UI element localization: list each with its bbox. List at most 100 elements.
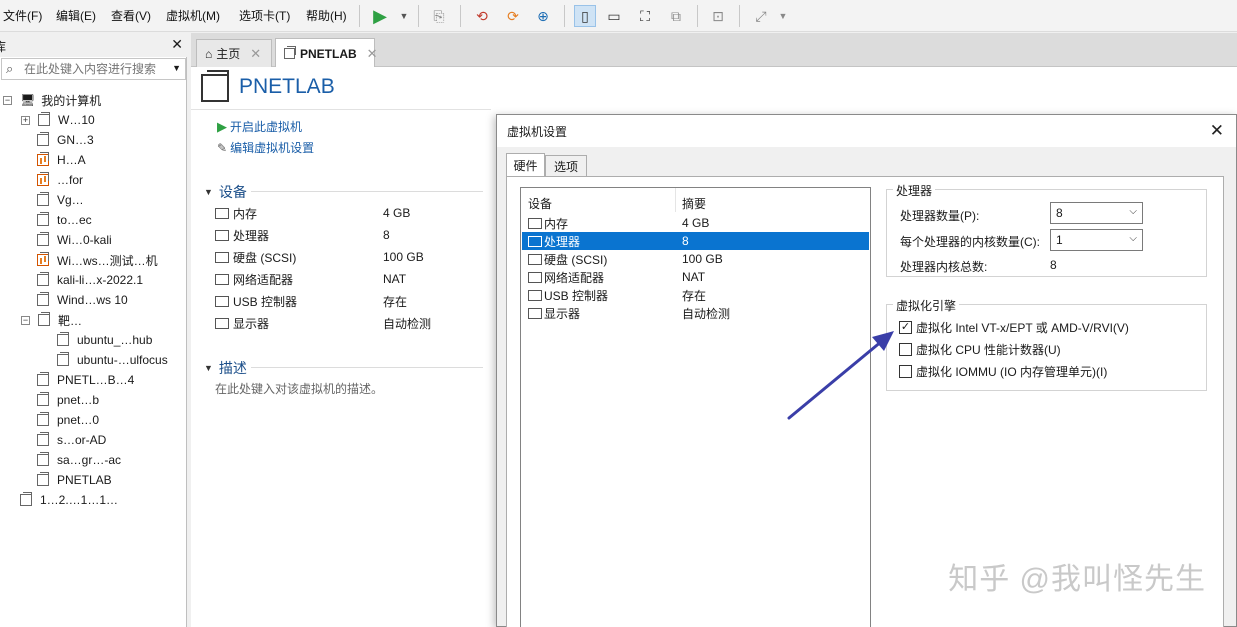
description-title: 描述 bbox=[218, 360, 247, 376]
menu-view[interactable]: 查看(V) bbox=[111, 7, 151, 24]
virtualization-option[interactable]: 虚拟化 CPU 性能计数器(U) bbox=[899, 341, 1061, 358]
tree-item[interactable]: kali-li…x-2022.1 bbox=[37, 270, 143, 290]
device-row[interactable]: 处理器 8 bbox=[215, 225, 390, 245]
divider bbox=[191, 109, 491, 110]
virtualization-option-label: 虚拟化 CPU 性能计数器(U) bbox=[916, 343, 1061, 357]
tree-item[interactable]: − 靶… bbox=[21, 310, 82, 330]
menu-toolbar-bar: 文件(F) 编辑(E) 查看(V) 虚拟机(M) 选项卡(T) 帮助(H) ▶ … bbox=[0, 0, 1237, 32]
checkbox-icon[interactable] bbox=[899, 365, 912, 378]
power-on-icon[interactable]: ▶ bbox=[369, 5, 391, 27]
revert-snapshot-icon[interactable]: ⟳ bbox=[502, 5, 524, 27]
device-row[interactable]: USB 控制器 存在 bbox=[215, 291, 407, 311]
device-value: 4 GB bbox=[383, 206, 411, 220]
device-list-row[interactable]: 处理器 8 bbox=[522, 232, 869, 250]
tree-item[interactable]: ubuntu_…hub bbox=[57, 330, 152, 350]
menu-vm[interactable]: 虚拟机(M) bbox=[166, 7, 220, 24]
close-icon[interactable]: ✕ bbox=[1210, 121, 1224, 141]
device-list[interactable]: 设备 摘要 内存 4 GB 处理器 8 硬盘 (SCSI) 100 GB 网络适配器 NAT U… bbox=[520, 187, 871, 627]
tree-item[interactable]: to…ec bbox=[37, 210, 92, 230]
library-search-box[interactable]: ⌕ ▼ bbox=[1, 58, 186, 80]
expand-icon[interactable]: + bbox=[21, 115, 30, 125]
full-screen-icon[interactable]: ⛶ bbox=[634, 5, 656, 27]
tree-item[interactable]: sa…gr…-ac bbox=[37, 450, 121, 470]
vm-icon bbox=[57, 352, 69, 366]
devices-section-header[interactable]: ▼ 设备 bbox=[204, 182, 247, 202]
device-row[interactable]: 网络适配器 NAT bbox=[215, 269, 406, 289]
tab-home[interactable]: ⌂ 主页 ✕ bbox=[196, 39, 272, 67]
tree-item[interactable]: pnet…b bbox=[37, 390, 99, 410]
tree-item[interactable]: Wind…ws 10 bbox=[37, 290, 128, 310]
menu-edit[interactable]: 编辑(E) bbox=[56, 7, 96, 24]
description-section-header[interactable]: ▼ 描述 bbox=[204, 358, 247, 378]
tree-item[interactable]: PNETL…B…4 bbox=[37, 370, 134, 390]
tree-item-label: s…or-AD bbox=[57, 433, 107, 447]
processor-count-select[interactable]: 8 ⌵ bbox=[1050, 202, 1143, 224]
device-row[interactable]: 硬盘 (SCSI) 100 GB bbox=[215, 247, 424, 267]
virtualization-option[interactable]: 虚拟化 IOMMU (IO 内存管理单元)(I) bbox=[899, 363, 1107, 380]
cores-per-processor-select[interactable]: 1 ⌵ bbox=[1050, 229, 1143, 251]
tree-item[interactable]: GN…3 bbox=[37, 130, 94, 150]
tree-item-label: PNETLAB bbox=[57, 473, 112, 487]
menu-tabs[interactable]: 选项卡(T) bbox=[239, 7, 290, 24]
description-placeholder[interactable]: 在此处键入对该虚拟机的描述。 bbox=[215, 380, 383, 397]
tree-item[interactable]: …for bbox=[37, 170, 83, 190]
device-summary: NAT bbox=[682, 270, 706, 284]
column-header-device[interactable]: 设备 bbox=[528, 195, 552, 212]
menu-file[interactable]: 文件(F) bbox=[3, 7, 42, 24]
tab-options[interactable]: 选项 bbox=[545, 155, 587, 177]
checkbox-icon[interactable] bbox=[899, 343, 912, 356]
vm-large-icon bbox=[201, 70, 229, 102]
collapse-icon[interactable]: − bbox=[3, 95, 12, 105]
power-dropdown-icon[interactable]: ▼ bbox=[393, 5, 415, 27]
view-dropdown-icon[interactable]: ▼ bbox=[772, 5, 794, 27]
tree-item[interactable]: 1…2.…1…1… bbox=[20, 490, 118, 510]
close-icon[interactable]: ✕ bbox=[250, 46, 261, 62]
close-icon[interactable]: ✕ bbox=[171, 36, 183, 53]
device-summary: 100 GB bbox=[682, 252, 723, 266]
close-icon[interactable]: ✕ bbox=[367, 46, 378, 62]
tree-item[interactable]: + W…10 bbox=[21, 110, 95, 130]
send-keys-icon[interactable]: ⎘ bbox=[428, 5, 450, 27]
total-cores-label: 处理器内核总数: bbox=[900, 260, 988, 274]
virtualization-option[interactable]: ✓ 虚拟化 Intel VT-x/EPT 或 AMD-V/RVI(V) bbox=[899, 319, 1129, 336]
tree-item[interactable]: PNETLAB bbox=[37, 470, 112, 490]
column-header-summary[interactable]: 摘要 bbox=[682, 195, 706, 212]
search-dropdown-icon[interactable]: ▼ bbox=[172, 63, 181, 73]
tree-item[interactable]: pnet…0 bbox=[37, 410, 99, 430]
collapse-icon[interactable]: − bbox=[21, 315, 30, 325]
tree-item-label: GN…3 bbox=[57, 133, 94, 147]
tab-pnetlab[interactable]: PNETLAB ✕ bbox=[275, 38, 378, 68]
snapshot-manager-icon[interactable]: ⊕ bbox=[532, 5, 554, 27]
console-icon[interactable]: ⊡ bbox=[707, 5, 729, 27]
device-row[interactable]: 内存 4 GB bbox=[215, 203, 410, 223]
tree-root[interactable]: − 🖥 我的计算机 bbox=[3, 90, 101, 110]
snapshot-icon[interactable]: ⟲ bbox=[471, 5, 493, 27]
device-list-row[interactable]: 内存 4 GB bbox=[522, 214, 869, 232]
tree-item-label: to…ec bbox=[57, 213, 92, 227]
folder-icon bbox=[38, 312, 50, 326]
device-row[interactable]: 显示器 自动检测 bbox=[215, 313, 431, 333]
stretch-view-icon[interactable]: ⤢ bbox=[750, 5, 772, 27]
tree-item[interactable]: Wi…ws…测试…机 bbox=[37, 250, 158, 270]
edit-settings-link[interactable]: ✎ 编辑虚拟机设置 bbox=[217, 139, 314, 156]
checkbox-checked-icon[interactable]: ✓ bbox=[899, 321, 912, 334]
tree-item-label: H…A bbox=[57, 153, 86, 167]
menu-help[interactable]: 帮助(H) bbox=[306, 7, 347, 24]
tree-item[interactable]: H…A bbox=[37, 150, 86, 170]
tree-item[interactable]: Vg… bbox=[37, 190, 84, 210]
device-list-row[interactable]: 硬盘 (SCSI) 100 GB bbox=[522, 250, 869, 268]
thumbnail-bar-icon[interactable]: ▭ bbox=[603, 5, 625, 27]
device-list-row[interactable]: 显示器 自动检测 bbox=[522, 304, 869, 322]
device-list-row[interactable]: USB 控制器 存在 bbox=[522, 286, 869, 304]
show-library-icon[interactable]: ▯ bbox=[574, 5, 596, 27]
library-search-input[interactable] bbox=[24, 61, 164, 77]
tree-item[interactable]: ubuntu-…ulfocus bbox=[57, 350, 168, 370]
power-on-link[interactable]: ▶ 开启此虚拟机 bbox=[217, 118, 302, 135]
tree-item[interactable]: s…or-AD bbox=[37, 430, 106, 450]
tab-hardware[interactable]: 硬件 bbox=[506, 153, 545, 177]
tree-item[interactable]: Wi…0-kali bbox=[37, 230, 112, 250]
device-name: 内存 bbox=[544, 216, 569, 231]
divider bbox=[251, 191, 483, 192]
device-list-row[interactable]: 网络适配器 NAT bbox=[522, 268, 869, 286]
unity-icon[interactable]: ⧉ bbox=[665, 5, 687, 27]
